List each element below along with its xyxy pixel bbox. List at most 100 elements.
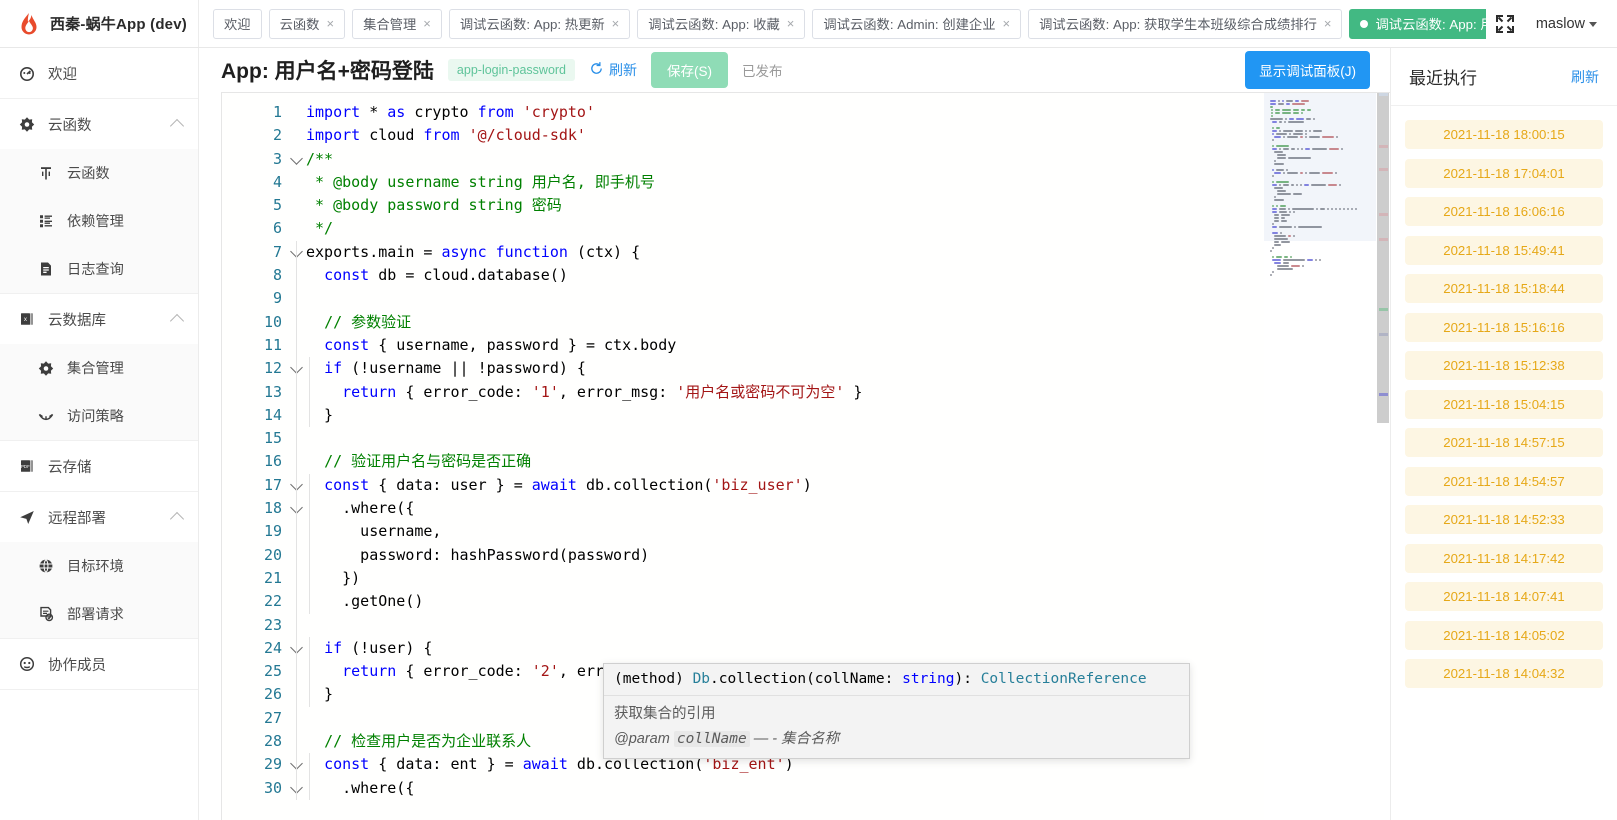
- execution-log-item[interactable]: 2021-11-18 14:17:42: [1405, 544, 1603, 573]
- tab-close-icon[interactable]: ×: [1003, 17, 1011, 30]
- execution-log-item[interactable]: 2021-11-18 15:04:15: [1405, 390, 1603, 419]
- minimap-token: [1309, 172, 1320, 174]
- tab-item[interactable]: 调试云函数: Admin: 创建企业×: [812, 9, 1021, 39]
- code-line: exports.main = async function (ctx) {: [306, 241, 1264, 264]
- tab-item[interactable]: 调试云函数: App: 用户名+密码登陆×: [1349, 9, 1485, 39]
- sidebar-item-协作成员[interactable]: 协作成员: [0, 639, 198, 689]
- minimap-token: [1322, 136, 1335, 138]
- sidebar-item-访问策略[interactable]: 访问策略: [0, 392, 198, 440]
- show-debug-panel-button[interactable]: 显示调试面板(J): [1245, 51, 1370, 89]
- tab-item[interactable]: 欢迎: [213, 9, 262, 39]
- code-editor[interactable]: 1234567891011121314151617181920212223242…: [221, 92, 1390, 820]
- line-number: 18: [222, 497, 288, 520]
- indent-guide: [309, 637, 310, 707]
- minimap-token: [1289, 118, 1294, 120]
- sidebar-item-云存储[interactable]: PDF云存储: [0, 441, 198, 491]
- sidebar-item-云函数[interactable]: 云函数: [0, 99, 198, 149]
- overview-ruler-mark: [1379, 93, 1388, 96]
- sidebar-item-集合管理[interactable]: 集合管理: [0, 344, 198, 392]
- execution-log-item[interactable]: 2021-11-18 14:57:15: [1405, 428, 1603, 457]
- tab-item[interactable]: 调试云函数: App: 热更新×: [449, 9, 630, 39]
- code-token: .where({: [306, 499, 414, 517]
- execution-log-item[interactable]: 2021-11-18 15:18:44: [1405, 274, 1603, 303]
- sidebar-item-label: 远程部署: [48, 507, 159, 528]
- minimap-token: [1286, 169, 1288, 171]
- tab-item[interactable]: 调试云函数: App: 获取学生本班级综合成绩排行 ×: [1028, 9, 1342, 39]
- cloud-function-icon: [18, 116, 35, 133]
- scrollbar-thumb[interactable]: [1377, 93, 1389, 423]
- refresh-icon: [589, 61, 604, 79]
- overview-ruler-mark: [1379, 145, 1388, 148]
- tab-item[interactable]: 调试云函数: App: 收藏×: [637, 9, 805, 39]
- execution-log-item[interactable]: 2021-11-18 14:04:32: [1405, 659, 1603, 688]
- code-token: [306, 313, 324, 331]
- code-token: from: [423, 126, 459, 144]
- tab-close-icon[interactable]: ×: [1324, 17, 1332, 30]
- chevron-up-icon[interactable]: [170, 313, 184, 327]
- tab-close-icon[interactable]: ×: [423, 17, 431, 30]
- execution-log-item[interactable]: 2021-11-18 16:06:16: [1405, 197, 1603, 226]
- execution-log-item[interactable]: 2021-11-18 14:07:41: [1405, 582, 1603, 611]
- line-number-gutter[interactable]: 1234567891011121314151617181920212223242…: [222, 93, 288, 820]
- code-token: (!username || !password) {: [342, 359, 586, 377]
- sidebar-item-日志查询[interactable]: 日志查询: [0, 245, 198, 293]
- sidebar-group: PDF云存储: [0, 441, 198, 492]
- code-line: const { username, password } = ctx.body: [306, 334, 1264, 357]
- minimap-token: [1286, 100, 1292, 102]
- tab-item[interactable]: 云函数×: [269, 9, 345, 39]
- sidebar-item-label: 协作成员: [48, 654, 182, 675]
- sidebar-item-目标环境[interactable]: 目标环境: [0, 542, 198, 590]
- hover-signature-token: ):: [955, 671, 981, 687]
- tab-item[interactable]: 集合管理×: [352, 9, 442, 39]
- save-button[interactable]: 保存(S): [651, 52, 728, 88]
- minimap-token: [1309, 136, 1320, 138]
- dashboard-icon: [18, 65, 35, 82]
- code-token: [306, 266, 324, 284]
- tab-close-icon[interactable]: ×: [787, 17, 795, 30]
- chevron-up-icon[interactable]: [170, 118, 184, 132]
- sidebar-item-云函数[interactable]: 云函数: [0, 149, 198, 197]
- refresh-button[interactable]: 刷新: [589, 60, 637, 80]
- sidebar-item-远程部署[interactable]: 远程部署: [0, 492, 198, 542]
- minimap-token: [1313, 130, 1321, 132]
- minimap-token: [1272, 130, 1277, 132]
- overview-ruler-mark: [1379, 168, 1388, 171]
- sidebar-item-部署请求[interactable]: 部署请求: [0, 590, 198, 638]
- execution-log-item[interactable]: 2021-11-18 14:54:57: [1405, 467, 1603, 496]
- chevron-up-icon[interactable]: [170, 511, 184, 525]
- minimap-token: [1319, 259, 1321, 261]
- function-icon: [38, 165, 54, 182]
- execution-log-item[interactable]: 2021-11-18 15:12:38: [1405, 351, 1603, 380]
- user-menu[interactable]: maslow: [1536, 16, 1597, 32]
- code-token: *: [360, 103, 387, 121]
- minimap-token: [1277, 157, 1286, 159]
- code-line: * @body password string 密码: [306, 194, 1264, 217]
- minimap-slider[interactable]: [1264, 93, 1376, 241]
- code-line: .getOne(): [306, 590, 1264, 613]
- execution-log-item[interactable]: 2021-11-18 18:00:15: [1405, 120, 1603, 149]
- execution-log-item[interactable]: 2021-11-18 14:52:33: [1405, 505, 1603, 534]
- minimap-token: [1293, 109, 1299, 111]
- tab-label: 调试云函数: App: 获取学生本班级综合成绩排行: [1039, 14, 1317, 33]
- recent-executions-panel: 最近执行 刷新 2021-11-18 18:00:152021-11-18 17…: [1390, 48, 1617, 820]
- sidebar-item-云数据库[interactable]: x云数据库: [0, 294, 198, 344]
- sidebar-item-依赖管理[interactable]: 依赖管理: [0, 197, 198, 245]
- minimap-token: [1272, 175, 1274, 177]
- editor-vertical-scrollbar[interactable]: [1376, 93, 1390, 820]
- execution-log-item[interactable]: 2021-11-18 15:49:41: [1405, 236, 1603, 265]
- sidebar-item-欢迎[interactable]: 欢迎: [0, 48, 198, 98]
- tab-close-icon[interactable]: ×: [326, 17, 334, 30]
- fullscreen-expand-icon[interactable]: [1494, 13, 1516, 35]
- minimap-token: [1306, 118, 1311, 120]
- code-line: [306, 427, 1264, 450]
- execution-log-item[interactable]: 2021-11-18 14:05:02: [1405, 621, 1603, 650]
- recent-executions-refresh-button[interactable]: 刷新: [1571, 67, 1599, 87]
- code-token: * @body password string 密码: [306, 196, 562, 214]
- execution-log-item[interactable]: 2021-11-18 17:04:01: [1405, 159, 1603, 188]
- header-right-controls: maslow: [1486, 0, 1617, 47]
- execution-log-item[interactable]: 2021-11-18 15:16:16: [1405, 313, 1603, 342]
- editor-minimap[interactable]: [1264, 93, 1376, 820]
- code-token: (ctx) {: [568, 243, 640, 261]
- globe-icon: [38, 558, 54, 575]
- tab-close-icon[interactable]: ×: [612, 17, 620, 30]
